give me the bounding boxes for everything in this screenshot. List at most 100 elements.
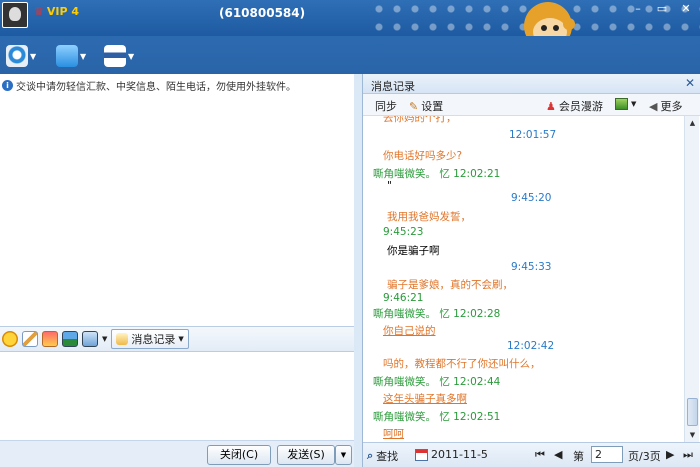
page-total-label: 页/3页 [628, 450, 661, 463]
user-icon: ♟ [546, 99, 556, 113]
record-footer: ⌕ 查找 2011-11-5 ⏮ ◀ 第 2 页/3页 ▶ ⏭ [363, 442, 700, 467]
edit-icon[interactable] [22, 331, 38, 347]
chevron-down-icon: ▼ [80, 51, 87, 61]
next-page-button[interactable]: ▶ [666, 448, 674, 461]
camera-icon [6, 45, 28, 67]
message-text: 这年头骗子真多啊 [383, 393, 467, 405]
message-sender: 嘶角嗤微笑。 忆 12:02:51 [373, 411, 501, 423]
member-roam-button[interactable]: ♟ 会员漫游 [546, 98, 603, 114]
chevron-down-icon: ▼ [30, 51, 37, 61]
send-options-button[interactable]: ▼ [335, 445, 352, 465]
message-sender: 嘶角嗤微笑。 忆 12:02:28 [373, 308, 501, 320]
chevron-down-icon: ▼ [631, 100, 637, 108]
file-transfer-button[interactable]: ▼ [56, 44, 86, 68]
title-bar: ♛ VIP 4 (610800584) – ▭ ✕ [0, 0, 700, 70]
message-text: 吗的，教程都不行了你还叫什么， [383, 358, 541, 370]
calendar-icon [415, 448, 428, 461]
video-button[interactable]: ▼ [6, 44, 36, 68]
message-time: 9:45:33 [511, 261, 552, 273]
crown-icon: ♛ [34, 5, 44, 18]
chevron-down-icon[interactable]: ▼ [102, 335, 107, 343]
message-sender: 嘶角嗤微笑。 忆 12:02:21 [373, 168, 501, 180]
send-button[interactable]: 发送(S) [277, 445, 335, 465]
security-notice: i 交谈中请勿轻信汇款、中奖信息、陌生电话，勿使用外挂软件。 [2, 78, 296, 93]
message-sender: 9:45:23 [383, 226, 424, 238]
record-title: 消息记录 [371, 80, 415, 93]
message-text: 呵呵 [383, 428, 404, 440]
last-page-button[interactable]: ⏭ [683, 448, 693, 462]
send-bar: 关闭(C) 发送(S) ▼ [0, 440, 354, 467]
image-icon[interactable] [42, 331, 58, 347]
date-label: 2011-11-5 [431, 448, 488, 461]
close-icon[interactable]: ✕ [685, 76, 695, 90]
pane-splitter[interactable] [354, 74, 362, 467]
message-time: 12:01:57 [509, 129, 557, 141]
chat-pane: i 交谈中请勿轻信汇款、中奖信息、陌生电话，勿使用外挂软件。 ▼ 消息记录 ▼ … [0, 74, 354, 467]
search-icon: ⌕ [367, 449, 374, 462]
main-toolbar: ▼ ▼ ▼ [0, 36, 700, 74]
message-sender: 嘶角嗤微笑。 忆 12:02:44 [373, 376, 501, 388]
page-input[interactable]: 2 [591, 446, 623, 463]
vip-label: VIP 4 [46, 5, 80, 18]
page-prefix: 第 [573, 450, 584, 463]
security-notice-text: 交谈中请勿轻信汇款、中奖信息、陌生电话，勿使用外挂软件。 [16, 82, 296, 93]
sync-button[interactable]: 同步 [375, 98, 397, 114]
record-toolbar: 同步 ✎ 设置 ♟ 会员漫游 ▼ ◀ 更多 [363, 94, 700, 116]
chart-icon [615, 98, 628, 110]
find-button[interactable]: ⌕ 查找 [367, 448, 398, 464]
message-record-button[interactable]: 消息记录 ▼ [111, 329, 189, 349]
message-sender: 9:46:21 [383, 292, 424, 304]
qq-number: (610800584) [219, 6, 306, 20]
page-total: 页/3页 [628, 448, 661, 464]
close-window-icon[interactable]: ✕ [678, 2, 694, 16]
app-button[interactable]: ▼ [104, 44, 134, 68]
folder-icon [56, 45, 78, 67]
screen-icon[interactable] [82, 331, 98, 347]
prev-page-button[interactable]: ◀ [554, 448, 562, 461]
date-picker[interactable]: 2011-11-5 [415, 448, 488, 461]
info-icon: i [2, 80, 13, 91]
record-scrollbar[interactable]: ▲ ▼ [684, 116, 699, 442]
message-text: 你是骗子啊 [387, 245, 440, 257]
close-button[interactable]: 关闭(C) [207, 445, 271, 465]
smile-icon[interactable] [2, 331, 18, 347]
settings-label: 设置 [421, 100, 444, 113]
chevron-down-icon: ▼ [128, 51, 135, 61]
sync-label: 同步 [375, 100, 397, 113]
first-page-button[interactable]: ⏮ [535, 448, 545, 462]
page-input-wrap: 2 [591, 446, 623, 463]
speaker-icon: ◀ [649, 99, 658, 113]
display-options-button[interactable]: ▼ [615, 98, 636, 110]
message-text: 你电话好吗多少? [383, 150, 463, 162]
message-list: 去你妈的个打， 12:01:57 你电话好吗多少? 嘶角嗤微笑。 忆 12:02… [363, 116, 683, 442]
record-header: 消息记录 ✕ [363, 74, 700, 94]
message-record-panel: 消息记录 ✕ 同步 ✎ 设置 ♟ 会员漫游 ▼ ◀ 更多 去你妈的个打， 12:01:… [362, 74, 700, 467]
message-text: 我用我爸妈发誓， [387, 211, 471, 223]
message-text: 你自己说的 [383, 325, 436, 337]
maximize-icon[interactable]: ▭ [654, 2, 670, 16]
message-input[interactable] [0, 352, 354, 440]
scroll-up-icon[interactable]: ▲ [685, 116, 700, 130]
member-roam-label: 会员漫游 [558, 100, 603, 113]
picture-icon[interactable] [62, 331, 78, 347]
more-button[interactable]: ◀ 更多 [649, 98, 682, 114]
message-text: " [387, 180, 392, 192]
page-label: 第 [573, 448, 584, 464]
tools-icon [104, 45, 126, 67]
message-text: 去你妈的个打， [383, 116, 457, 124]
chevron-down-icon: ▼ [178, 335, 184, 343]
find-label: 查找 [376, 450, 399, 463]
wrench-icon: ✎ [409, 99, 419, 113]
input-toolbar: ▼ 消息记录 ▼ [0, 326, 354, 352]
settings-button[interactable]: ✎ 设置 [409, 98, 443, 114]
avatar[interactable] [2, 2, 28, 28]
more-label: 更多 [660, 100, 683, 113]
scroll-down-icon[interactable]: ▼ [685, 428, 700, 442]
vip-badge[interactable]: ♛ VIP 4 [34, 5, 79, 18]
message-record-label: 消息记录 [131, 333, 176, 346]
scroll-thumb[interactable] [687, 398, 698, 426]
record-icon [116, 333, 129, 345]
message-time: 9:45:20 [511, 192, 552, 204]
message-text: 骗子是爹娘，真的不会刷， [387, 279, 513, 291]
minimize-icon[interactable]: – [630, 2, 646, 16]
